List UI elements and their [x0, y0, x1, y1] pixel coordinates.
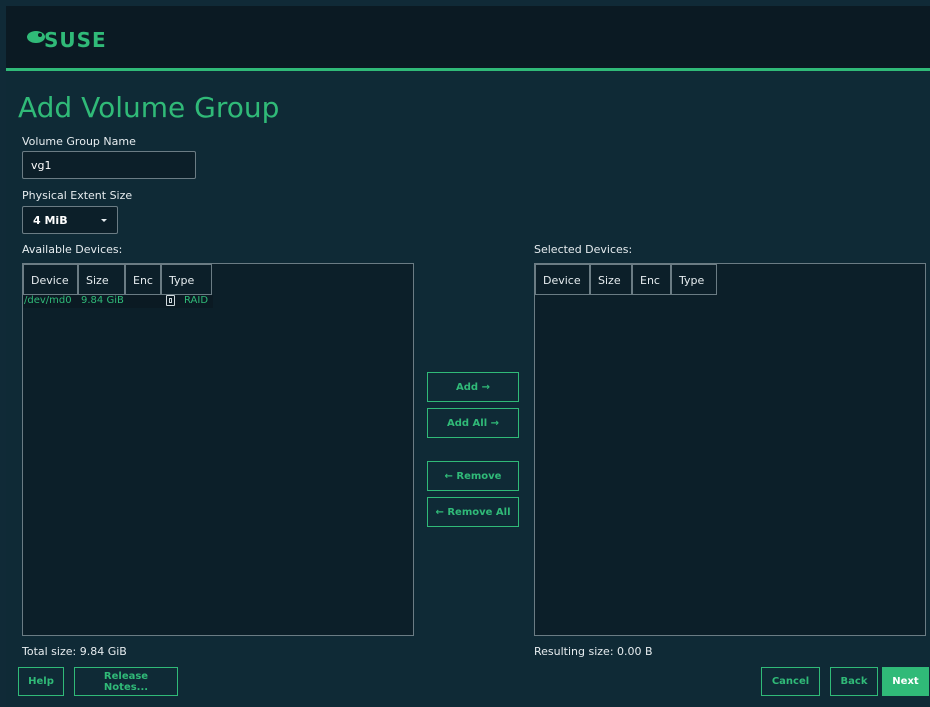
vg-name-label: Volume Group Name [22, 135, 136, 148]
available-devices-table[interactable]: Device Size Enc Type /dev/md0 9.84 GiB R… [22, 263, 414, 636]
table-header: Device Size Enc Type [535, 264, 717, 295]
extent-size-select[interactable]: 4 MiB [22, 206, 118, 234]
raid-icon [166, 295, 175, 306]
column-type[interactable]: Type [671, 264, 717, 295]
column-enc[interactable]: Enc [632, 264, 671, 295]
main-content: Add Volume Group Volume Group Name vg1 P… [6, 71, 930, 707]
column-size[interactable]: Size [78, 264, 125, 295]
column-device[interactable]: Device [23, 264, 78, 295]
extent-size-label: Physical Extent Size [22, 189, 133, 202]
selected-devices-label: Selected Devices: [534, 243, 633, 256]
suse-logo: SUSE [26, 26, 106, 58]
selected-devices-table[interactable]: Device Size Enc Type [534, 263, 926, 636]
vg-name-value: vg1 [31, 159, 52, 172]
remove-button[interactable]: ← Remove [427, 461, 519, 491]
next-button[interactable]: Next [882, 667, 929, 696]
remove-all-button[interactable]: ← Remove All [427, 497, 519, 527]
column-device[interactable]: Device [535, 264, 590, 295]
back-button[interactable]: Back [830, 667, 878, 696]
help-button[interactable]: Help [18, 667, 64, 696]
logo-text: SUSE [44, 28, 107, 52]
cell-type: RAID [184, 295, 209, 306]
available-devices-label: Available Devices: [22, 243, 123, 256]
chevron-down-icon [101, 219, 107, 222]
column-enc[interactable]: Enc [125, 264, 161, 295]
total-size-label: Total size: 9.84 GiB [22, 645, 127, 658]
cell-size: 9.84 GiB [81, 295, 124, 306]
table-header: Device Size Enc Type [23, 264, 212, 295]
column-size[interactable]: Size [590, 264, 632, 295]
column-type[interactable]: Type [161, 264, 212, 295]
resulting-size-label: Resulting size: 0.00 B [534, 645, 653, 658]
table-row[interactable]: /dev/md0 9.84 GiB RAID [23, 295, 213, 308]
cancel-button[interactable]: Cancel [761, 667, 820, 696]
release-notes-button[interactable]: Release Notes... [74, 667, 178, 696]
add-all-button[interactable]: Add All → [427, 408, 519, 438]
cell-device: /dev/md0 [24, 295, 72, 306]
chameleon-icon [27, 31, 45, 43]
add-button[interactable]: Add → [427, 372, 519, 402]
extent-size-value: 4 MiB [33, 214, 68, 227]
page-title: Add Volume Group [18, 91, 280, 124]
vg-name-input[interactable]: vg1 [22, 151, 196, 179]
header-bar: SUSE [6, 6, 930, 71]
